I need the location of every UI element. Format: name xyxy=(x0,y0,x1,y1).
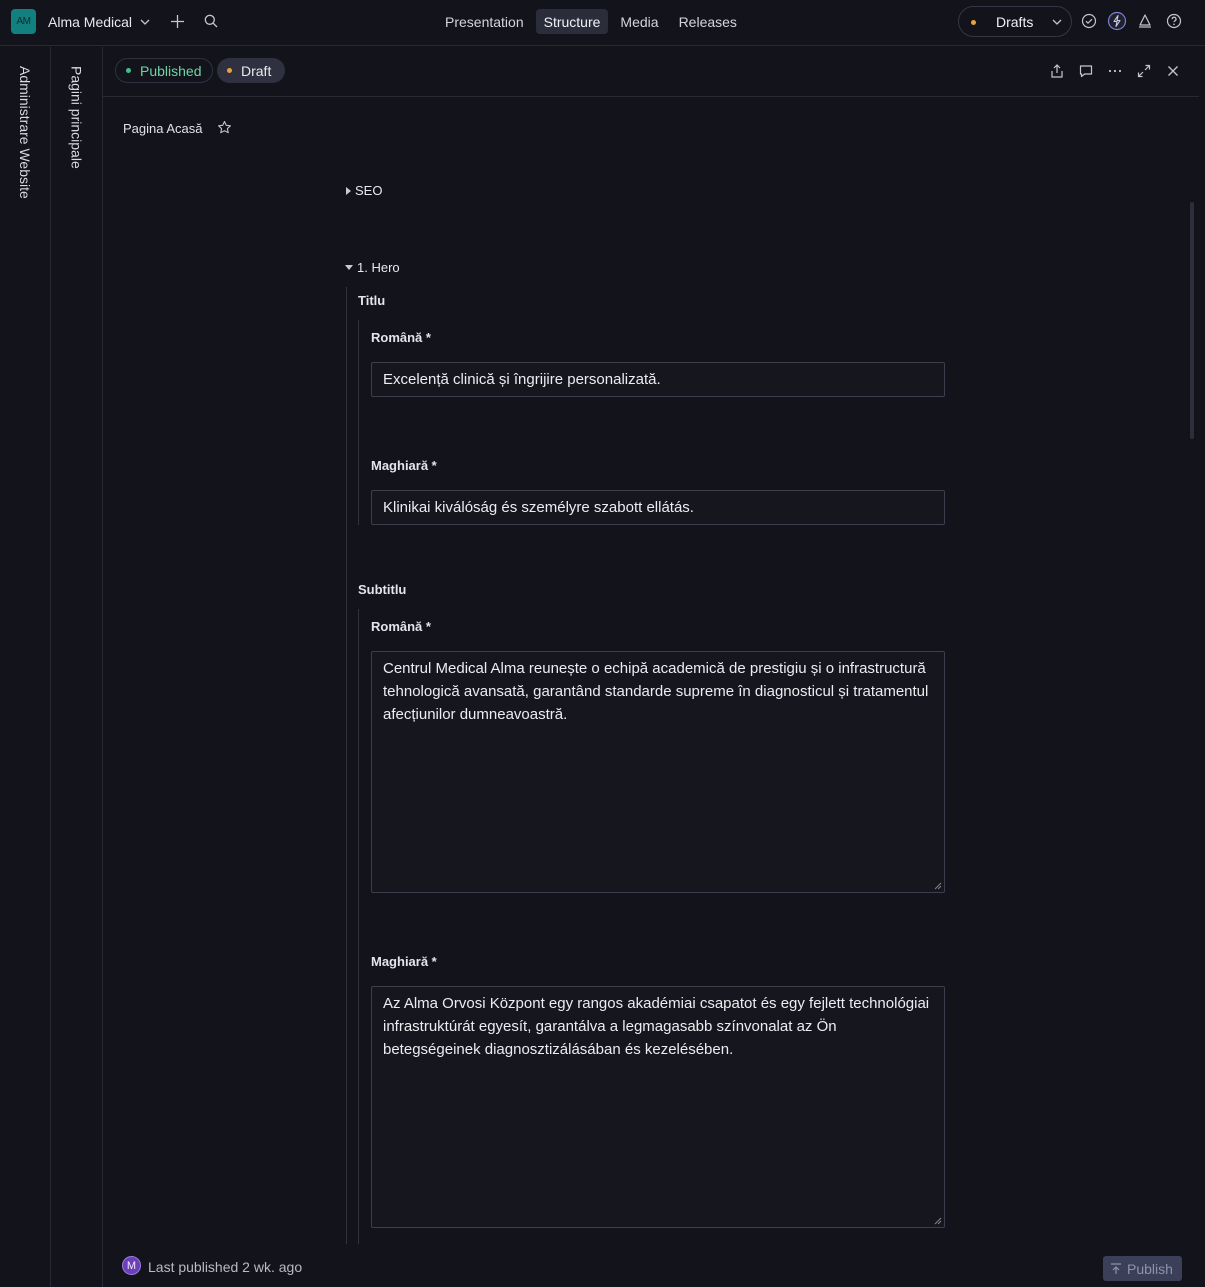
subtitlu-label: Subtitlu xyxy=(358,582,407,597)
document-title: Pagina Acasă xyxy=(123,121,203,136)
workspace-name[interactable]: Alma Medical xyxy=(48,14,132,30)
subtitlu-ro-label: Română * xyxy=(371,619,431,634)
subtitlu-hu-label: Maghiară * xyxy=(371,954,437,969)
collapse-down-icon xyxy=(345,265,353,270)
rail-pages[interactable]: Pagini principale xyxy=(51,47,103,1287)
comment-icon[interactable] xyxy=(1078,63,1094,79)
nav-structure[interactable]: Structure xyxy=(535,9,609,34)
section-hero-label: 1. Hero xyxy=(357,260,400,275)
rail-pages-label: Pagini principale xyxy=(68,66,85,169)
add-icon[interactable] xyxy=(169,13,186,30)
nav-presentation[interactable]: Presentation xyxy=(437,9,532,34)
titlu-ro-label: Română * xyxy=(371,330,431,345)
workspace-avatar[interactable]: AM xyxy=(11,9,36,34)
subtitlu-hu-textarea[interactable]: Az Alma Orvosi Központ egy rangos akadém… xyxy=(371,986,945,1228)
published-dot xyxy=(126,68,131,73)
scrollbar[interactable] xyxy=(1190,202,1194,439)
publish-label: Publish xyxy=(1127,1260,1173,1277)
hero-group-line xyxy=(346,287,347,1244)
users-icon[interactable] xyxy=(1136,12,1154,30)
lightning-icon[interactable] xyxy=(1107,11,1127,31)
share-icon[interactable] xyxy=(1049,63,1065,79)
section-seo[interactable]: SEO xyxy=(346,183,382,198)
star-icon[interactable] xyxy=(217,120,232,135)
top-bar: AM Alma Medical Presentation Structure M… xyxy=(0,0,1205,46)
help-icon[interactable] xyxy=(1165,12,1183,30)
draft-dot xyxy=(227,68,232,73)
subtitlu-hu-text: Az Alma Orvosi Központ egy rangos akadém… xyxy=(383,995,930,1058)
subtitlu-ro-text: Centrul Medical Alma reunește o echipă a… xyxy=(383,660,929,723)
document-pane: Published Draft Pagina Acasă SEO 1. Hero… xyxy=(103,47,1199,1287)
subtitlu-group-line xyxy=(358,609,359,1244)
avatar[interactable]: M xyxy=(122,1256,141,1275)
draft-chip[interactable]: Draft xyxy=(217,58,285,83)
published-label: Published xyxy=(140,62,202,79)
publish-icon xyxy=(1111,1262,1121,1274)
titlu-group-line xyxy=(358,320,359,525)
section-seo-label: SEO xyxy=(355,183,383,198)
document-footer: M Last published 2 wk. ago Publish xyxy=(103,1244,1199,1287)
check-circle-icon[interactable] xyxy=(1080,12,1098,30)
chevron-down-icon xyxy=(1052,19,1062,25)
titlu-label: Titlu xyxy=(358,293,386,308)
draft-status-dot xyxy=(971,20,976,25)
rail-admin[interactable]: Administrare Website xyxy=(0,47,51,1287)
document-header: Published Draft xyxy=(103,47,1199,97)
drafts-label: Drafts xyxy=(996,14,1034,30)
subtitlu-ro-textarea[interactable]: Centrul Medical Alma reunește o echipă a… xyxy=(371,651,945,893)
section-hero[interactable]: 1. Hero xyxy=(345,260,400,275)
search-icon[interactable] xyxy=(203,13,219,29)
nav-releases[interactable]: Releases xyxy=(671,9,745,34)
expand-icon[interactable] xyxy=(1136,63,1152,79)
close-icon[interactable] xyxy=(1165,63,1181,79)
expand-right-icon xyxy=(346,186,351,195)
published-chip[interactable]: Published xyxy=(115,58,213,83)
titlu-ro-input[interactable]: Excelență clinică și îngrijire personali… xyxy=(371,362,945,397)
main-nav: Presentation Structure Media Releases xyxy=(437,9,745,34)
chevron-down-icon[interactable] xyxy=(138,15,152,29)
last-published-status: Last published 2 wk. ago xyxy=(148,1259,303,1275)
nav-media[interactable]: Media xyxy=(612,9,666,34)
resize-handle-icon[interactable] xyxy=(934,1217,942,1225)
more-icon[interactable] xyxy=(1107,63,1123,79)
publish-button[interactable]: Publish xyxy=(1103,1256,1182,1281)
titlu-hu-input[interactable]: Klinikai kiválóság és személyre szabott … xyxy=(371,490,945,525)
rail-admin-label: Administrare Website xyxy=(17,66,33,199)
draft-label: Draft xyxy=(241,62,272,79)
drafts-selector[interactable]: Drafts xyxy=(958,6,1072,37)
titlu-hu-label: Maghiară * xyxy=(371,458,437,473)
resize-handle-icon[interactable] xyxy=(934,882,942,890)
